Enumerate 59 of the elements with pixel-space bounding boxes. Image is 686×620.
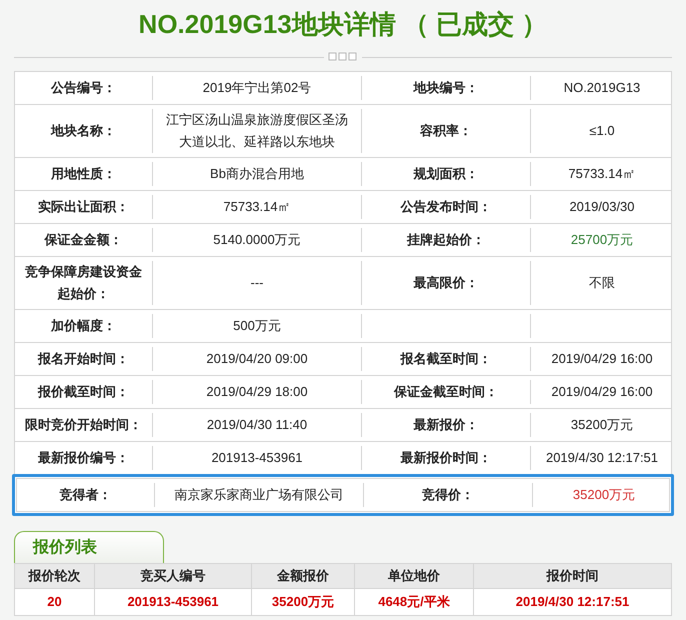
field-value: 2019/03/30	[569, 198, 635, 216]
field-value: 2019/04/29 18:00	[206, 383, 308, 401]
field-label: 最高限价：	[414, 274, 478, 292]
field-value: 2019/04/20 09:00	[206, 350, 308, 368]
table-cell: 35200万元	[252, 589, 355, 615]
column-header: 单位地价	[355, 564, 474, 588]
table-cell: 201913-453961	[95, 589, 252, 615]
field-value: 2019/4/30 12:17:51	[546, 449, 658, 467]
field-value: 5140.0000万元	[213, 231, 301, 249]
field-value: 南京家乐家商业广场有限公司	[174, 486, 344, 504]
field-value: 不限	[589, 274, 615, 292]
field-label: 竞得者：	[60, 486, 112, 504]
field-label: 竞得价：	[422, 486, 474, 504]
tab[interactable]: 报价列表	[14, 531, 164, 563]
field-label: 挂牌起始价：	[407, 231, 485, 249]
field-label: 容积率：	[420, 122, 472, 140]
field-value: 75733.14㎡	[223, 198, 291, 216]
field-label: 加价幅度：	[51, 317, 116, 335]
field-value: NO.2019G13	[564, 79, 640, 97]
field-label: 报价截至时间：	[38, 383, 129, 401]
column-header: 报价时间	[474, 564, 672, 588]
column-header: 竞买人编号	[95, 564, 252, 588]
field-label: 最新报价编号：	[38, 449, 129, 467]
field-value: 2019/04/29 16:00	[551, 350, 653, 368]
divider-ornament-icon	[328, 52, 358, 62]
column-header: 报价轮次	[15, 564, 95, 588]
field-label: 保证金截至时间：	[394, 383, 498, 401]
field-label: 公告编号：	[51, 79, 116, 97]
field-value: ≤1.0	[589, 122, 615, 140]
field-value: Bb商办混合用地	[210, 165, 304, 183]
field-label: 地块名称：	[51, 122, 116, 140]
column-header: 金额报价	[252, 564, 355, 588]
field-label: 保证金金额：	[44, 231, 122, 249]
field-label: 竞争保障房建设资金起始价：	[24, 263, 143, 303]
field-label: 实际出让面积：	[38, 198, 129, 216]
field-value: 35200万元	[572, 486, 636, 504]
field-value: 2019/04/29 16:00	[551, 383, 653, 401]
field-label: 地块编号：	[414, 79, 478, 97]
field-value: 35200万元	[570, 416, 634, 434]
field-label: 最新报价：	[414, 416, 478, 434]
field-label: 最新报价时间：	[400, 449, 492, 467]
field-value: 2019/04/30 11:40	[206, 416, 308, 434]
field-value: 2019年宁出第02号	[202, 79, 312, 97]
field-value: 201913-453961	[211, 449, 303, 467]
field-label: 报名截至时间：	[400, 350, 492, 368]
field-label: 限时竞价开始时间：	[25, 416, 142, 434]
table-cell: 2019/4/30 12:17:51	[474, 589, 672, 615]
field-value: 江宁区汤山温泉旅游度假区圣汤大道以北、延祥路以东地块	[165, 111, 349, 151]
field-value: 500万元	[233, 317, 281, 335]
field-value: 25700万元	[570, 231, 634, 249]
page-title: NO.2019G13地块详情 （ 已成交 ）	[138, 8, 548, 41]
field-label: 报名开始时间：	[38, 350, 129, 368]
field-value: 75733.14㎡	[568, 165, 636, 183]
field-value: ---	[250, 274, 264, 292]
field-label: 用地性质：	[51, 165, 116, 183]
field-label: 规划面积：	[414, 165, 478, 183]
table-cell: 20	[15, 589, 95, 615]
table-cell: 4648元/平米	[355, 589, 474, 615]
field-label: 公告发布时间：	[400, 198, 492, 216]
